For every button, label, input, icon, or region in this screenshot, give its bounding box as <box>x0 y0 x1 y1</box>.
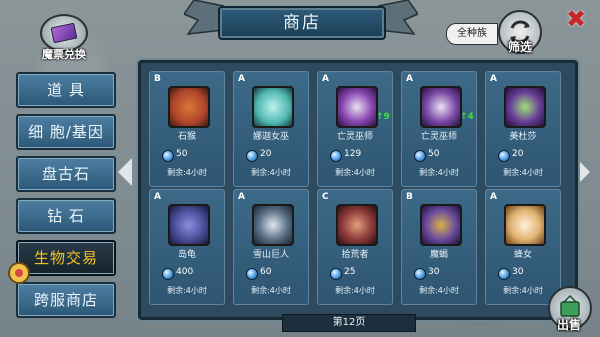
rarity-badge: B <box>154 74 161 84</box>
rarity-badge: A <box>238 74 245 84</box>
gear-spark-icon <box>8 262 30 284</box>
remaining-time: 剩余:4小时 <box>167 168 207 177</box>
rarity-badge: C <box>322 192 329 202</box>
creature-portrait <box>504 204 546 246</box>
close-icon[interactable]: ✖ <box>563 6 589 32</box>
creature-price: 30 <box>512 267 524 277</box>
rarity-badge: A <box>490 74 497 84</box>
rarity-badge: A <box>490 192 497 202</box>
creature-name: 娜迦女巫 <box>252 132 289 142</box>
creature-portrait <box>504 86 546 128</box>
filter-button-label: 筛选 <box>507 40 532 54</box>
creature-price: 30 <box>428 267 440 277</box>
remaining-time: 剩余:4小时 <box>419 168 459 177</box>
creature-portrait <box>252 204 294 246</box>
remaining-time: 剩余:4小时 <box>251 286 291 295</box>
creature-price: 25 <box>344 267 356 277</box>
shop-card[interactable]: B 石猴 50 剩余:4小时 <box>149 71 225 187</box>
creature-name: 魔蝎 <box>429 250 448 260</box>
creature-price: 400 <box>176 267 194 277</box>
creature-portrait <box>336 86 378 128</box>
ticket-exchange-label: 魔票兑换 <box>42 48 86 61</box>
shop-card[interactable]: A 岛龟 400 剩余:4小时 <box>149 189 225 305</box>
remaining-time: 剩余:4小时 <box>167 286 207 295</box>
gem-icon <box>498 150 510 162</box>
shop-panel: B 石猴 50 剩余:4小时 A 娜迦女巫 20 剩余:4小时 A ↑9 亡灵巫… <box>138 60 578 320</box>
sidebar-item-cells-genes[interactable]: 细 胞/基因 <box>16 114 116 150</box>
creature-name: 岛龟 <box>177 250 196 260</box>
sidebar-item-diamond[interactable]: 钻 石 <box>16 198 116 234</box>
shop-card[interactable]: A 雪山巨人 60 剩余:4小时 <box>233 189 309 305</box>
creature-name: 蜂女 <box>513 250 532 260</box>
creature-portrait <box>168 86 210 128</box>
creature-price: 50 <box>176 149 188 159</box>
creature-portrait <box>168 204 210 246</box>
shop-card[interactable]: B 魔蝎 30 剩余:4小时 <box>401 189 477 305</box>
ticket-exchange-button[interactable]: 魔票兑换 <box>34 14 92 62</box>
gem-icon <box>498 268 510 280</box>
sidebar-item-items[interactable]: 道 具 <box>16 72 116 108</box>
next-page-arrow[interactable] <box>576 158 590 186</box>
sell-button-label: 出售 <box>556 318 581 332</box>
upgrade-arrow: ↑9 <box>376 112 390 122</box>
page-indicator: 第12页 <box>282 314 416 332</box>
creature-name: 雪山巨人 <box>252 250 289 260</box>
creature-portrait <box>420 204 462 246</box>
rarity-badge: A <box>154 192 161 202</box>
gem-icon <box>414 268 426 280</box>
gem-icon <box>162 268 174 280</box>
gem-icon <box>246 150 258 162</box>
creature-name: 亡灵巫师 <box>420 132 457 142</box>
gem-icon <box>414 150 426 162</box>
sidebar-item-pangu-stone[interactable]: 盘古石 <box>16 156 116 192</box>
remaining-time: 剩余:4小时 <box>335 286 375 295</box>
filter-button[interactable]: 筛选 <box>496 10 544 58</box>
creature-portrait <box>336 204 378 246</box>
remaining-time: 剩余:4小时 <box>419 286 459 295</box>
creature-portrait <box>252 86 294 128</box>
race-filter-label[interactable]: 全种族 <box>446 23 498 45</box>
sell-button[interactable]: 出售 <box>544 286 594 334</box>
creature-price: 20 <box>512 149 524 159</box>
creature-name: 亡灵巫师 <box>336 132 373 142</box>
page-title: 商店 <box>218 6 386 40</box>
shop-card[interactable]: A 美杜莎 20 剩余:4小时 <box>485 71 561 187</box>
shop-card[interactable]: A ↑4 亡灵巫师 50 剩余:4小时 <box>401 71 477 187</box>
remaining-time: 剩余:4小时 <box>503 168 543 177</box>
gem-icon <box>246 268 258 280</box>
creature-price: 60 <box>260 267 272 277</box>
gem-icon <box>330 150 342 162</box>
gem-icon <box>162 150 174 162</box>
rarity-badge: A <box>238 192 245 202</box>
remaining-time: 剩余:4小时 <box>251 168 291 177</box>
shop-card[interactable]: A 娜迦女巫 20 剩余:4小时 <box>233 71 309 187</box>
creature-name: 石猴 <box>177 132 196 142</box>
rarity-badge: B <box>406 192 413 202</box>
rarity-badge: A <box>322 74 329 84</box>
upgrade-arrow: ↑4 <box>460 112 474 122</box>
creature-price: 50 <box>428 149 440 159</box>
remaining-time: 剩余:4小时 <box>335 168 375 177</box>
creature-price: 129 <box>344 149 362 159</box>
shop-card[interactable]: C 拾荒者 25 剩余:4小时 <box>317 189 393 305</box>
creature-name: 美杜莎 <box>509 132 537 142</box>
creature-portrait <box>420 86 462 128</box>
shop-card[interactable]: A ↑9 亡灵巫师 129 剩余:4小时 <box>317 71 393 187</box>
creature-price: 20 <box>260 149 272 159</box>
rarity-badge: A <box>406 74 413 84</box>
prev-page-arrow[interactable] <box>118 158 132 186</box>
creature-name: 拾荒者 <box>341 250 369 260</box>
gem-icon <box>330 268 342 280</box>
